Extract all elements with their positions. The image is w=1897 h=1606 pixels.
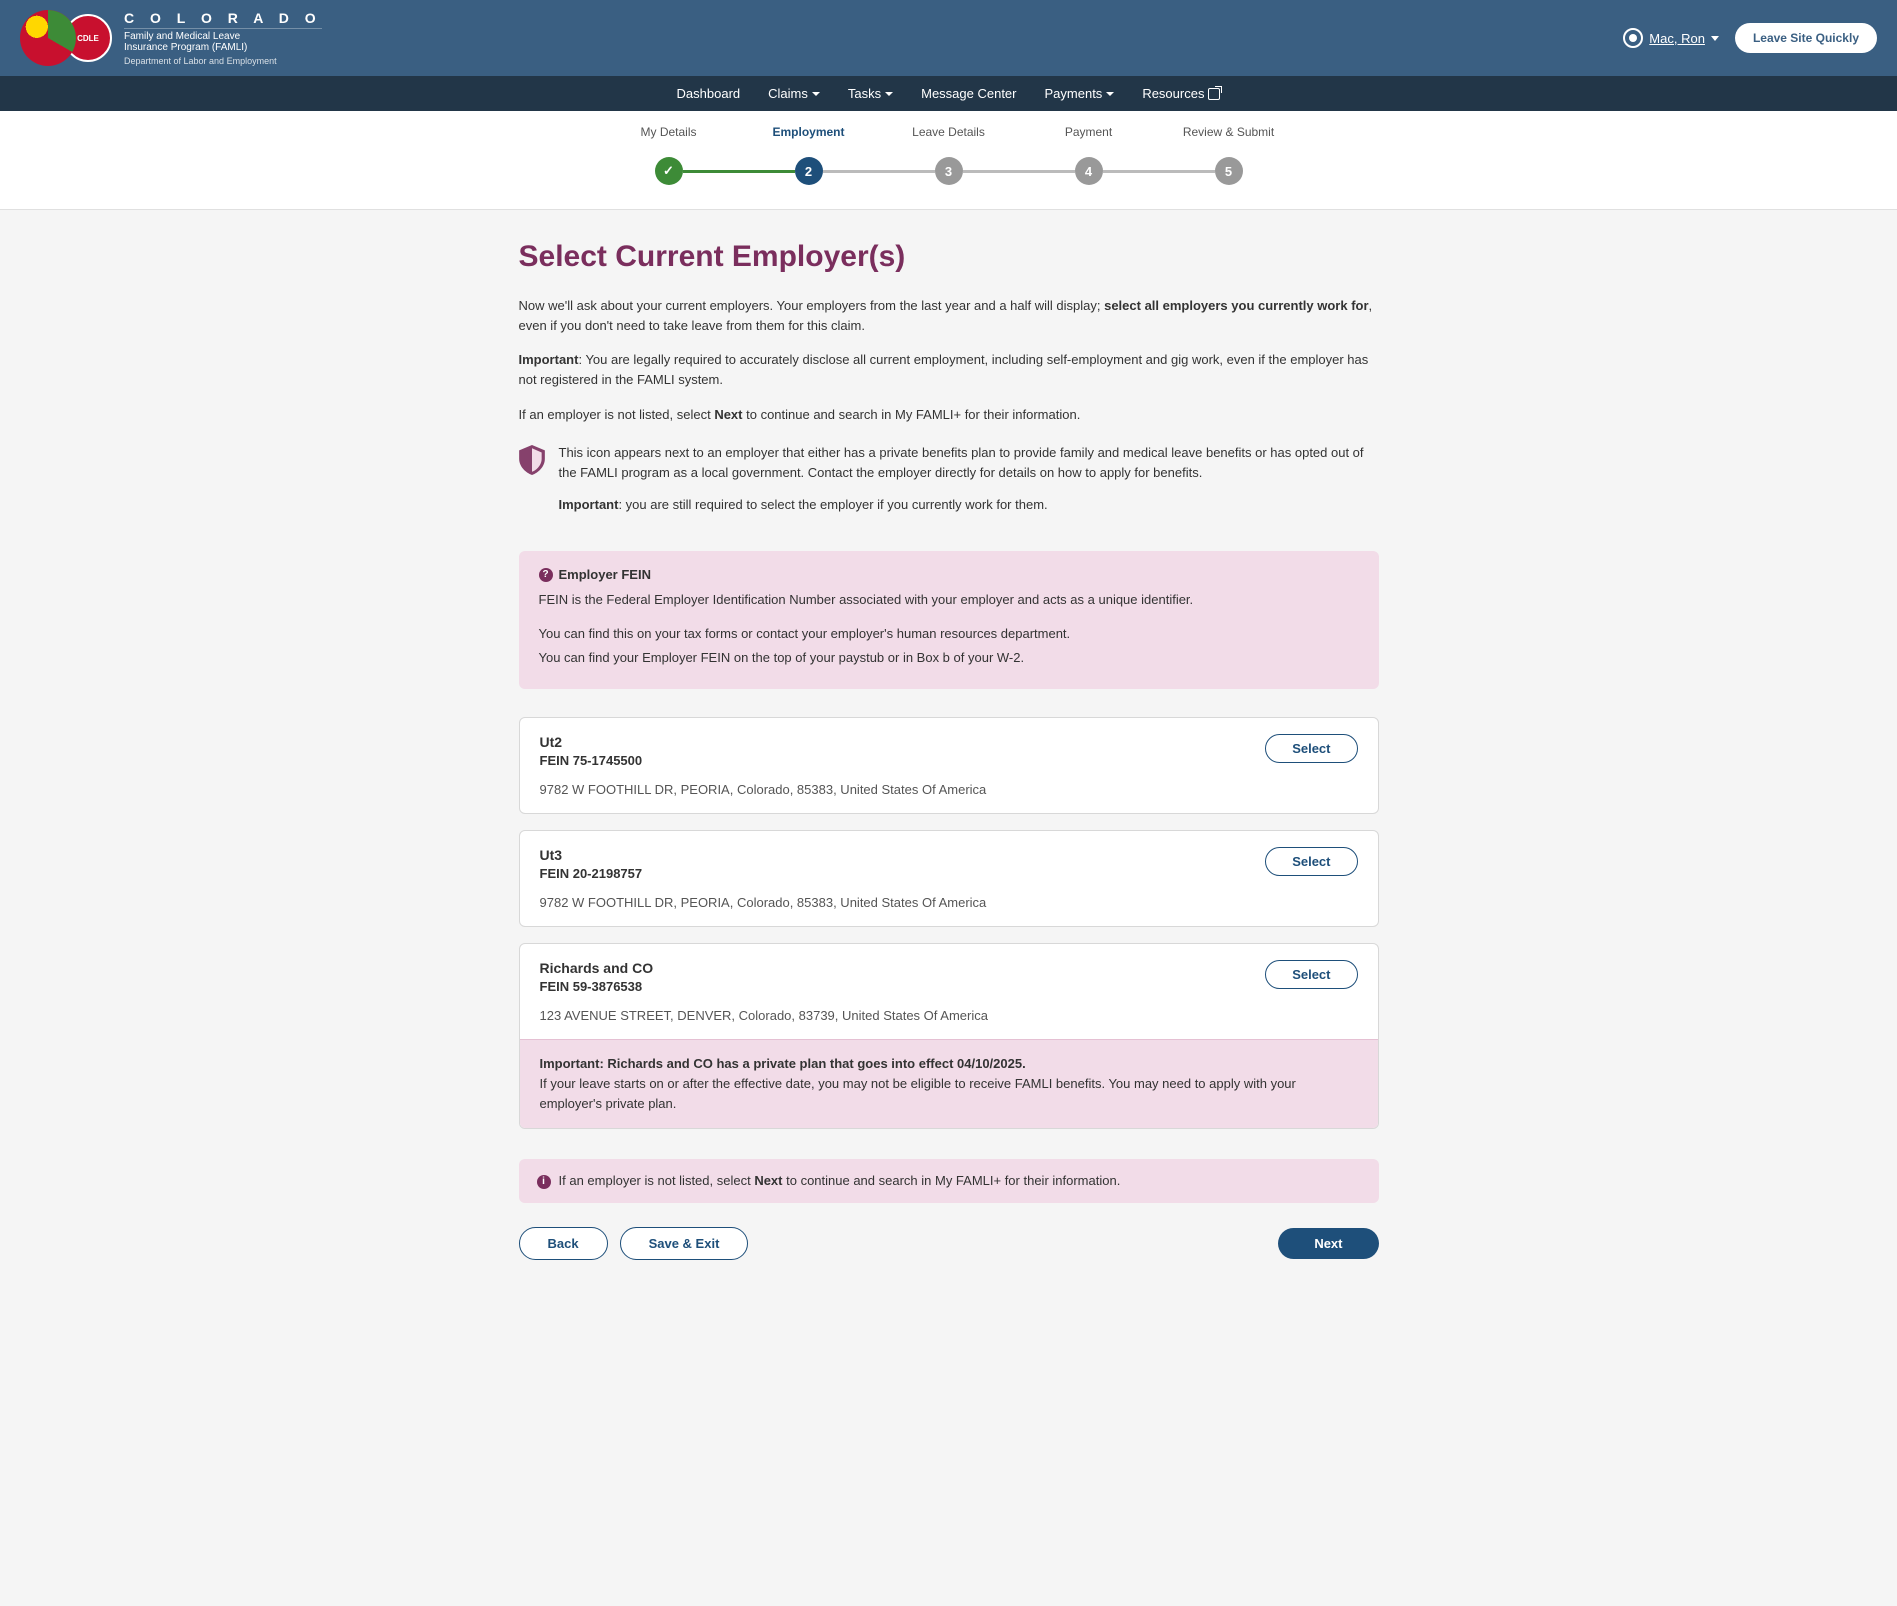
stepper: My Details Employment Leave Details Paym… — [0, 111, 1897, 210]
main-nav: Dashboard Claims Tasks Message Center Pa… — [0, 76, 1897, 111]
app-header: CDLE C O L O R A D O Family and Medical … — [0, 0, 1897, 76]
info-icon: ? — [539, 568, 553, 582]
employer-card: Ut3 FEIN 20-2198757 9782 W FOOTHILL DR, … — [519, 830, 1379, 927]
chevron-down-icon — [1711, 36, 1719, 41]
user-menu[interactable]: Mac, Ron — [1623, 28, 1719, 48]
employer-warning: Important: Richards and CO has a private… — [520, 1039, 1378, 1128]
chevron-down-icon — [885, 92, 893, 96]
employer-address: 9782 W FOOTHILL DR, PEORIA, Colorado, 85… — [540, 782, 987, 797]
user-icon — [1623, 28, 1643, 48]
next-button[interactable]: Next — [1278, 1228, 1378, 1259]
employer-card: Richards and CO FEIN 59-3876538 123 AVEN… — [519, 943, 1379, 1129]
brand-title: C O L O R A D O — [124, 10, 322, 26]
employer-fein: FEIN 75-1745500 — [540, 753, 987, 768]
step-label-employment: Employment — [739, 125, 879, 139]
leave-site-button[interactable]: Leave Site Quickly — [1735, 23, 1877, 53]
select-employer-button[interactable]: Select — [1265, 960, 1357, 989]
employer-address: 9782 W FOOTHILL DR, PEORIA, Colorado, 85… — [540, 895, 987, 910]
employer-fein: FEIN 20-2198757 — [540, 866, 987, 881]
external-link-icon — [1208, 88, 1220, 100]
step-circle-3: 3 — [935, 157, 963, 185]
main-content: Select Current Employer(s) Now we'll ask… — [459, 210, 1439, 1320]
page-title: Select Current Employer(s) — [519, 240, 1379, 274]
nav-message-center[interactable]: Message Center — [921, 86, 1016, 101]
info-icon: i — [537, 1175, 551, 1189]
step-label-review: Review & Submit — [1159, 125, 1299, 139]
step-label-mydetails: My Details — [599, 125, 739, 139]
nav-dashboard[interactable]: Dashboard — [677, 86, 741, 101]
bottom-notice: i If an employer is not listed, select N… — [519, 1159, 1379, 1203]
employer-address: 123 AVENUE STREET, DENVER, Colorado, 837… — [540, 1008, 988, 1023]
step-line — [963, 170, 1075, 173]
shield-text-2: Important: you are still required to sel… — [559, 495, 1379, 515]
step-line — [1103, 170, 1215, 173]
step-circle-2: 2 — [795, 157, 823, 185]
employer-name: Ut2 — [540, 734, 987, 750]
shield-icon — [519, 445, 545, 475]
step-line — [823, 170, 935, 173]
intro-para-3: If an employer is not listed, select Nex… — [519, 405, 1379, 425]
select-employer-button[interactable]: Select — [1265, 847, 1357, 876]
nav-payments[interactable]: Payments — [1045, 86, 1115, 101]
brand-subtitle: Family and Medical Leave Insurance Progr… — [124, 28, 322, 53]
intro-para-1: Now we'll ask about your current employe… — [519, 296, 1379, 336]
step-line — [683, 170, 795, 173]
employer-name: Ut3 — [540, 847, 987, 863]
nav-claims[interactable]: Claims — [768, 86, 820, 101]
select-employer-button[interactable]: Select — [1265, 734, 1357, 763]
step-label-leavedetails: Leave Details — [879, 125, 1019, 139]
shield-info-block: This icon appears next to an employer th… — [519, 443, 1379, 527]
step-label-payment: Payment — [1019, 125, 1159, 139]
shield-text-1: This icon appears next to an employer th… — [559, 443, 1379, 483]
chevron-down-icon — [1106, 92, 1114, 96]
fein-info-box: ? Employer FEIN FEIN is the Federal Empl… — [519, 551, 1379, 688]
save-exit-button[interactable]: Save & Exit — [620, 1227, 749, 1260]
nav-resources[interactable]: Resources — [1142, 86, 1220, 101]
logo-icon: CDLE — [20, 10, 112, 66]
user-name: Mac, Ron — [1649, 31, 1705, 46]
action-bar: Back Save & Exit Next — [519, 1227, 1379, 1260]
step-circle-1 — [655, 157, 683, 185]
employer-fein: FEIN 59-3876538 — [540, 979, 988, 994]
fein-text-1: FEIN is the Federal Employer Identificat… — [539, 590, 1359, 610]
back-button[interactable]: Back — [519, 1227, 608, 1260]
fein-heading: Employer FEIN — [559, 567, 651, 582]
nav-tasks[interactable]: Tasks — [848, 86, 893, 101]
fein-text-3: You can find your Employer FEIN on the t… — [539, 648, 1359, 668]
logo-area: CDLE C O L O R A D O Family and Medical … — [20, 10, 322, 66]
step-circle-4: 4 — [1075, 157, 1103, 185]
employer-name: Richards and CO — [540, 960, 988, 976]
step-circle-5: 5 — [1215, 157, 1243, 185]
fein-text-2: You can find this on your tax forms or c… — [539, 624, 1359, 644]
chevron-down-icon — [812, 92, 820, 96]
intro-para-2: Important: You are legally required to a… — [519, 350, 1379, 390]
employer-card: Ut2 FEIN 75-1745500 9782 W FOOTHILL DR, … — [519, 717, 1379, 814]
brand-dept: Department of Labor and Employment — [124, 56, 322, 66]
